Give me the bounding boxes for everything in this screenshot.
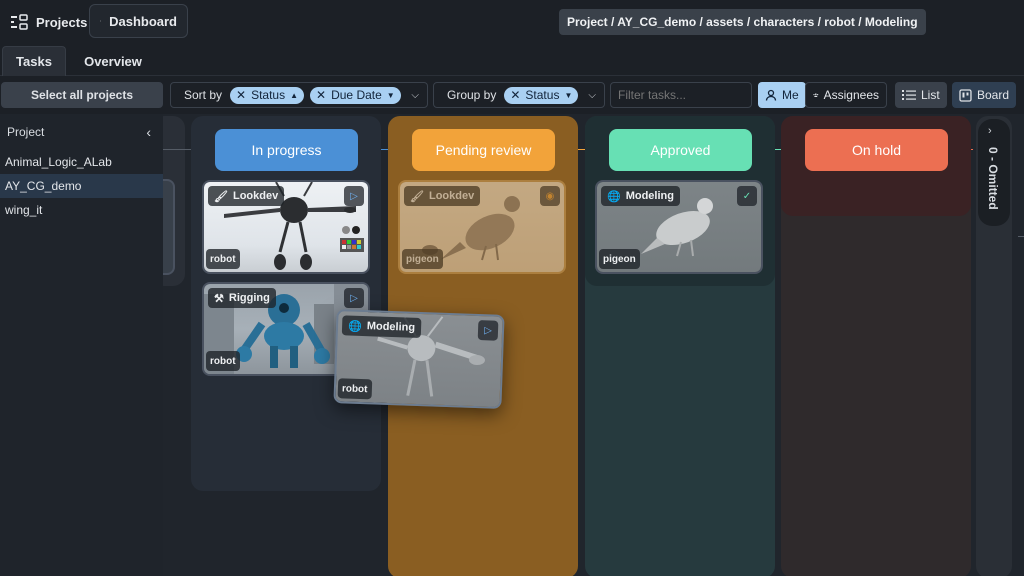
list-view-button[interactable]: List bbox=[895, 82, 947, 108]
dashboard-button[interactable]: Dashboard bbox=[89, 4, 188, 38]
group-chip-status-label: Status bbox=[525, 88, 560, 102]
sort-chip-status-label: Status bbox=[251, 88, 286, 102]
omitted-column-header[interactable]: › 0 - Omitted bbox=[978, 119, 1010, 226]
tab-tasks[interactable]: Tasks bbox=[2, 46, 66, 76]
task-type-label: Lookdev bbox=[428, 190, 475, 202]
paintbrush-icon: 🖌 bbox=[214, 190, 228, 203]
board-view-button[interactable]: Board bbox=[952, 82, 1016, 108]
task-type-label: Modeling bbox=[625, 190, 674, 202]
sort-descending-icon[interactable]: ▼ bbox=[387, 91, 395, 100]
entity-label: pigeon bbox=[402, 249, 443, 269]
remove-icon[interactable]: ✕ bbox=[316, 88, 326, 102]
task-card-modeling-robot-dragging[interactable]: 🌐 Modeling ▷ robot bbox=[333, 309, 505, 409]
remove-icon[interactable]: ✕ bbox=[510, 88, 520, 102]
sort-ascending-icon[interactable]: ▲ bbox=[290, 91, 298, 100]
me-label: Me bbox=[782, 88, 799, 102]
globe-icon: 🌐 bbox=[347, 320, 363, 333]
task-type-label: Lookdev bbox=[232, 190, 279, 202]
sort-by-control[interactable]: Sort by ✕ Status ▲ ✕ Due Date ▼ ⌵ bbox=[170, 82, 428, 108]
list-icon bbox=[902, 90, 916, 100]
sidebar-item-animal-logic-alab[interactable]: Animal_Logic_ALab bbox=[0, 150, 163, 174]
entity-label: pigeon bbox=[599, 249, 640, 269]
chevron-right-icon[interactable]: › bbox=[988, 125, 992, 137]
group-icon bbox=[813, 93, 819, 98]
projects-menu-icon bbox=[11, 14, 28, 30]
board-label: Board bbox=[976, 88, 1009, 102]
select-all-projects-button[interactable]: Select all projects bbox=[1, 82, 163, 108]
tab-overview[interactable]: Overview bbox=[78, 46, 148, 76]
column-header-approved[interactable]: Approved bbox=[609, 129, 752, 171]
chevron-down-icon[interactable]: ⌵ bbox=[588, 90, 596, 101]
paintbrush-icon: 🖌 bbox=[410, 190, 424, 203]
check-icon[interactable]: ✓ bbox=[737, 186, 757, 206]
group-by-control[interactable]: Group by ✕ Status ▼ ⌵ bbox=[433, 82, 605, 108]
projects-label: Projects bbox=[36, 14, 88, 30]
task-type-tag: 🌐 Modeling bbox=[601, 186, 680, 206]
task-card-lookdev-robot[interactable]: 🖌 Lookdev ▷ robot bbox=[202, 180, 370, 274]
tab-bar: Tasks Overview bbox=[0, 44, 1024, 76]
task-type-tag: 🖌 Lookdev bbox=[404, 186, 481, 206]
play-icon[interactable]: ▷ bbox=[477, 320, 499, 341]
projects-button[interactable]: Projects bbox=[0, 6, 97, 38]
task-type-tag: 🌐 Modeling bbox=[341, 315, 422, 339]
user-icon bbox=[765, 89, 777, 101]
globe-icon: 🌐 bbox=[607, 190, 621, 203]
breadcrumb[interactable]: Project / AY_CG_demo / assets / characte… bbox=[559, 9, 926, 35]
dropdown-icon[interactable]: ▼ bbox=[564, 91, 572, 100]
chevron-down-icon[interactable]: ⌵ bbox=[411, 90, 419, 101]
entity-label: robot bbox=[206, 249, 240, 269]
me-toggle[interactable]: Me bbox=[758, 82, 806, 108]
omitted-label: 0 - Omitted bbox=[986, 147, 1000, 210]
dashboard-icon bbox=[100, 20, 102, 22]
top-bar: Projects Dashboard Project / AY_CG_demo … bbox=[0, 0, 1024, 44]
sort-chip-status[interactable]: ✕ Status ▲ bbox=[230, 86, 305, 104]
sort-chip-due-date-label: Due Date bbox=[331, 88, 382, 102]
task-type-label: Rigging bbox=[228, 292, 270, 304]
group-by-label: Group by bbox=[447, 88, 497, 102]
group-chip-status[interactable]: ✕ Status ▼ bbox=[504, 86, 579, 104]
entity-label: robot bbox=[206, 351, 240, 371]
kanban-board: In progress Pending review Approved On h… bbox=[163, 114, 1024, 576]
sidebar-item-ay-cg-demo[interactable]: AY_CG_demo bbox=[0, 174, 163, 198]
filter-tasks-input[interactable] bbox=[610, 82, 752, 108]
tools-icon: ⚒ bbox=[214, 292, 224, 305]
dashboard-label: Dashboard bbox=[109, 13, 177, 29]
play-icon[interactable]: ▷ bbox=[344, 186, 364, 206]
sidebar-header: Project ‹ bbox=[0, 114, 163, 150]
task-type-label: Modeling bbox=[366, 320, 416, 334]
task-card-lookdev-pigeon[interactable]: 🖌 Lookdev ◉ pigeon bbox=[398, 180, 566, 274]
sort-by-label: Sort by bbox=[184, 88, 223, 102]
assignees-label: Assignees bbox=[823, 88, 879, 102]
column-header-on-hold[interactable]: On hold bbox=[805, 129, 948, 171]
sort-chip-due-date[interactable]: ✕ Due Date ▼ bbox=[310, 86, 401, 104]
partial-column bbox=[163, 116, 185, 286]
remove-icon[interactable]: ✕ bbox=[236, 88, 246, 102]
task-type-tag: ⚒ Rigging bbox=[208, 288, 276, 308]
task-type-tag: 🖌 Lookdev bbox=[208, 186, 285, 206]
sidebar-title: Project bbox=[7, 125, 45, 139]
toolbar: Select all projects Sort by ✕ Status ▲ ✕… bbox=[0, 76, 1024, 114]
entity-label: robot bbox=[337, 378, 372, 400]
column-header-in-progress[interactable]: In progress bbox=[215, 129, 358, 171]
collapse-sidebar-icon[interactable]: ‹ bbox=[146, 124, 151, 140]
assignees-toggle[interactable]: Assignees bbox=[805, 82, 887, 108]
board-icon bbox=[959, 88, 972, 102]
project-sidebar: Project ‹ Animal_Logic_ALab AY_CG_demo w… bbox=[0, 114, 163, 576]
play-icon[interactable]: ▷ bbox=[344, 288, 364, 308]
eye-icon[interactable]: ◉ bbox=[540, 186, 560, 206]
list-label: List bbox=[921, 88, 940, 102]
task-card-modeling-pigeon[interactable]: 🌐 Modeling ✓ pigeon bbox=[595, 180, 763, 274]
sidebar-item-wing-it[interactable]: wing_it bbox=[0, 198, 163, 222]
column-header-pending-review[interactable]: Pending review bbox=[412, 129, 555, 171]
